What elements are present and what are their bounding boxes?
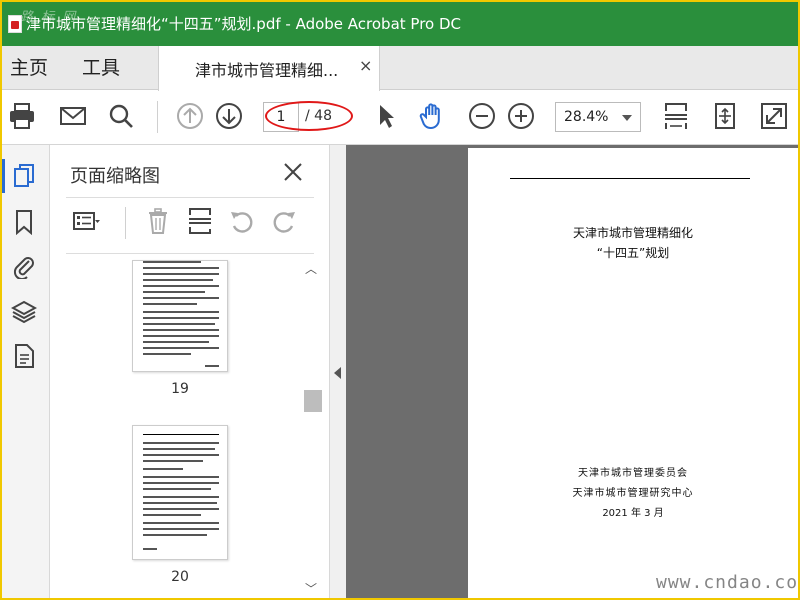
scroll-down-icon[interactable]: ﹀ xyxy=(305,580,317,597)
search-icon[interactable] xyxy=(106,101,136,131)
tab-tools[interactable]: 工具 xyxy=(82,46,120,90)
options-menu-icon[interactable] xyxy=(72,207,100,235)
select-arrow-icon[interactable] xyxy=(370,101,400,131)
page-thumbnails-panel: 页面缩略图 19 20 ︿ ﹀ xyxy=(50,145,330,598)
prev-page-icon[interactable] xyxy=(175,101,205,131)
document-title-line1: 天津市城市管理精细化 xyxy=(572,226,693,240)
document-view[interactable]: 天津市城市管理精细化 “十四五”规划 天津市城市管理委员会 天津市城市管理研究中… xyxy=(346,145,798,598)
chevron-down-icon xyxy=(622,115,632,121)
highlight-annotation xyxy=(265,101,353,131)
left-navigation-rail xyxy=(2,145,50,598)
thumbnails-icon[interactable] xyxy=(11,163,37,189)
toolbar-separator xyxy=(125,207,126,239)
document-date: 2021 年 3 月 xyxy=(602,508,664,519)
rotate-view-icon[interactable] xyxy=(710,101,740,131)
fullscreen-icon[interactable] xyxy=(759,101,789,131)
thumbnail-page-number: 19 xyxy=(171,381,189,397)
insert-page-icon[interactable] xyxy=(186,207,214,235)
rotate-left-icon[interactable] xyxy=(228,207,256,235)
zoom-in-icon[interactable] xyxy=(506,101,536,131)
tab-home[interactable]: 主页 xyxy=(10,46,48,90)
hand-icon[interactable] xyxy=(418,101,448,131)
zoom-out-icon[interactable] xyxy=(467,101,497,131)
document-title-line2: “十四五”规划 xyxy=(596,246,670,260)
toolbar: 1 / 48 28.4% xyxy=(2,91,798,145)
active-indicator xyxy=(2,159,5,193)
zoom-value: 28.4% xyxy=(564,109,609,125)
close-tab-icon[interactable]: × xyxy=(359,56,372,75)
page-thumbnail[interactable] xyxy=(132,425,228,560)
email-icon[interactable] xyxy=(58,101,88,131)
panel-divider xyxy=(66,197,314,198)
tab-document[interactable]: 津市城市管理精细... × xyxy=(158,46,380,91)
delete-icon[interactable] xyxy=(144,207,172,235)
tabs-bar: 主页 工具 津市城市管理精细... × xyxy=(2,46,798,91)
layers-icon[interactable] xyxy=(11,299,37,325)
collapse-panel-handle[interactable] xyxy=(330,145,346,598)
scrollbar-thumb[interactable] xyxy=(304,390,322,412)
rotate-right-icon[interactable] xyxy=(270,207,298,235)
site-watermark: www.cndao.com xyxy=(656,572,798,593)
toolbar-separator xyxy=(157,101,158,133)
zoom-dropdown[interactable]: 28.4% xyxy=(555,102,641,132)
page-thumbnail[interactable] xyxy=(132,260,228,372)
thumbnail-page-number: 20 xyxy=(171,569,189,585)
panel-divider xyxy=(66,253,314,254)
bookmark-icon[interactable] xyxy=(11,209,37,235)
tab-document-label: 津市城市管理精细... xyxy=(195,61,339,80)
close-icon[interactable] xyxy=(282,161,304,183)
window-title: 津市城市管理精细化“十四五”规划.pdf - Adobe Acrobat Pro… xyxy=(26,15,462,33)
document-info-icon[interactable] xyxy=(11,343,37,369)
print-icon[interactable] xyxy=(7,101,37,131)
pdf-page: 天津市城市管理精细化 “十四五”规划 天津市城市管理委员会 天津市城市管理研究中… xyxy=(468,148,798,598)
attachment-icon[interactable] xyxy=(11,253,37,279)
org-line1: 天津市城市管理委员会 xyxy=(578,468,688,479)
thumbnails-scrollbar[interactable]: ︿ ﹀ xyxy=(302,260,322,598)
panel-title: 页面缩略图 xyxy=(70,166,160,187)
title-bar: 路 标 网 津市城市管理精细化“十四五”规划.pdf - Adobe Acrob… xyxy=(2,2,798,46)
next-page-icon[interactable] xyxy=(214,101,244,131)
app-window: 路 标 网 津市城市管理精细化“十四五”规划.pdf - Adobe Acrob… xyxy=(2,2,798,598)
collapse-arrow-icon xyxy=(334,367,341,379)
scroll-up-icon[interactable]: ︿ xyxy=(305,260,317,277)
org-line2: 天津市城市管理研究中心 xyxy=(572,488,694,499)
page-rule xyxy=(510,178,750,179)
fit-page-icon[interactable] xyxy=(661,101,691,131)
